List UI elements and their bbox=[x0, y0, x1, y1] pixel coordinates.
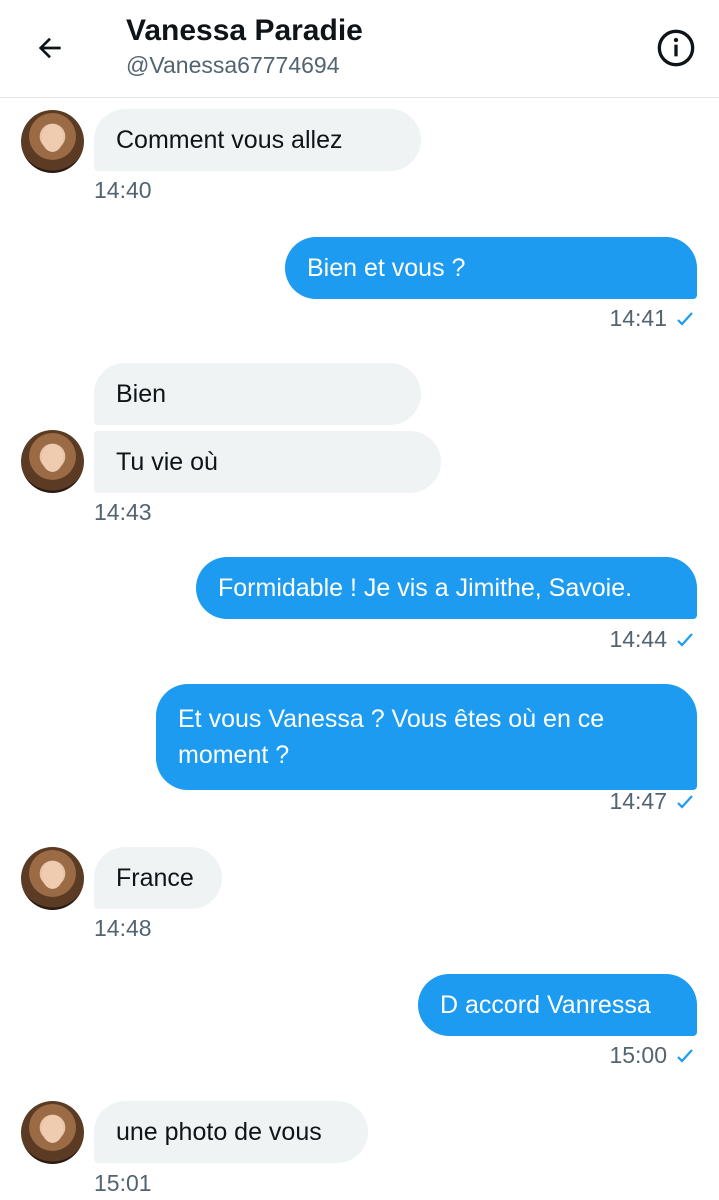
message-text: Bien et vous ? bbox=[307, 254, 466, 282]
message-time: 14:48 bbox=[94, 915, 152, 941]
contact-handle[interactable]: @Vanessa67774694 bbox=[126, 52, 339, 79]
avatar[interactable] bbox=[21, 1101, 84, 1164]
message-status: 14:44 bbox=[609, 626, 695, 653]
incoming-message[interactable]: une photo de vous bbox=[94, 1101, 368, 1163]
message-time: 14:43 bbox=[94, 499, 152, 525]
message-text: France bbox=[116, 864, 194, 892]
message-time: 14:44 bbox=[609, 626, 667, 652]
info-circle-icon bbox=[657, 29, 695, 67]
message-status: 14:47 bbox=[609, 788, 695, 815]
checkmark-icon bbox=[677, 794, 693, 809]
outgoing-message[interactable]: Et vous Vanessa ? Vous êtes où en ce mom… bbox=[156, 684, 697, 790]
message-text: Et vous Vanessa ? Vous êtes où en ce bbox=[178, 705, 605, 733]
outgoing-message[interactable]: D accord Vanressa bbox=[418, 974, 697, 1036]
incoming-message[interactable]: Tu vie où bbox=[94, 431, 441, 493]
message-status: 15:00 bbox=[609, 1042, 695, 1069]
incoming-message[interactable]: Bien bbox=[94, 363, 421, 425]
contact-name[interactable]: Vanessa Paradie bbox=[126, 14, 363, 48]
message-text: Comment vous allez bbox=[116, 126, 343, 154]
outgoing-message[interactable]: Bien et vous ? bbox=[285, 237, 697, 299]
avatar[interactable] bbox=[21, 110, 84, 173]
conversation-header: Vanessa Paradie @Vanessa67774694 bbox=[0, 0, 719, 98]
message-text: D accord Vanressa bbox=[440, 991, 651, 1019]
avatar[interactable] bbox=[21, 430, 84, 493]
checkmark-icon bbox=[677, 632, 693, 647]
avatar[interactable] bbox=[21, 847, 84, 910]
arrow-left-icon bbox=[38, 37, 61, 59]
message-time: 14:41 bbox=[609, 305, 667, 331]
message-text: Bien bbox=[116, 380, 167, 408]
outgoing-message[interactable]: Formidable ! Je vis a Jimithe, Savoie. bbox=[196, 557, 697, 619]
message-time: 15:00 bbox=[609, 1042, 667, 1068]
back-button[interactable] bbox=[30, 28, 70, 68]
incoming-message[interactable]: France bbox=[94, 847, 222, 909]
message-text: une photo de vous bbox=[116, 1118, 322, 1146]
info-button[interactable] bbox=[654, 26, 698, 70]
checkmark-icon bbox=[677, 1048, 693, 1063]
incoming-message[interactable]: Comment vous allez bbox=[94, 109, 421, 171]
message-status: 14:41 bbox=[609, 305, 695, 332]
message-text-line2: moment ? bbox=[178, 741, 290, 769]
message-text: Formidable ! Je vis a Jimithe, Savoie. bbox=[218, 574, 633, 602]
checkmark-icon bbox=[677, 311, 693, 326]
message-text: Tu vie où bbox=[116, 448, 218, 476]
message-time: 14:47 bbox=[609, 788, 667, 814]
message-time: 14:40 bbox=[94, 177, 152, 203]
message-time: 15:01 bbox=[94, 1170, 152, 1196]
